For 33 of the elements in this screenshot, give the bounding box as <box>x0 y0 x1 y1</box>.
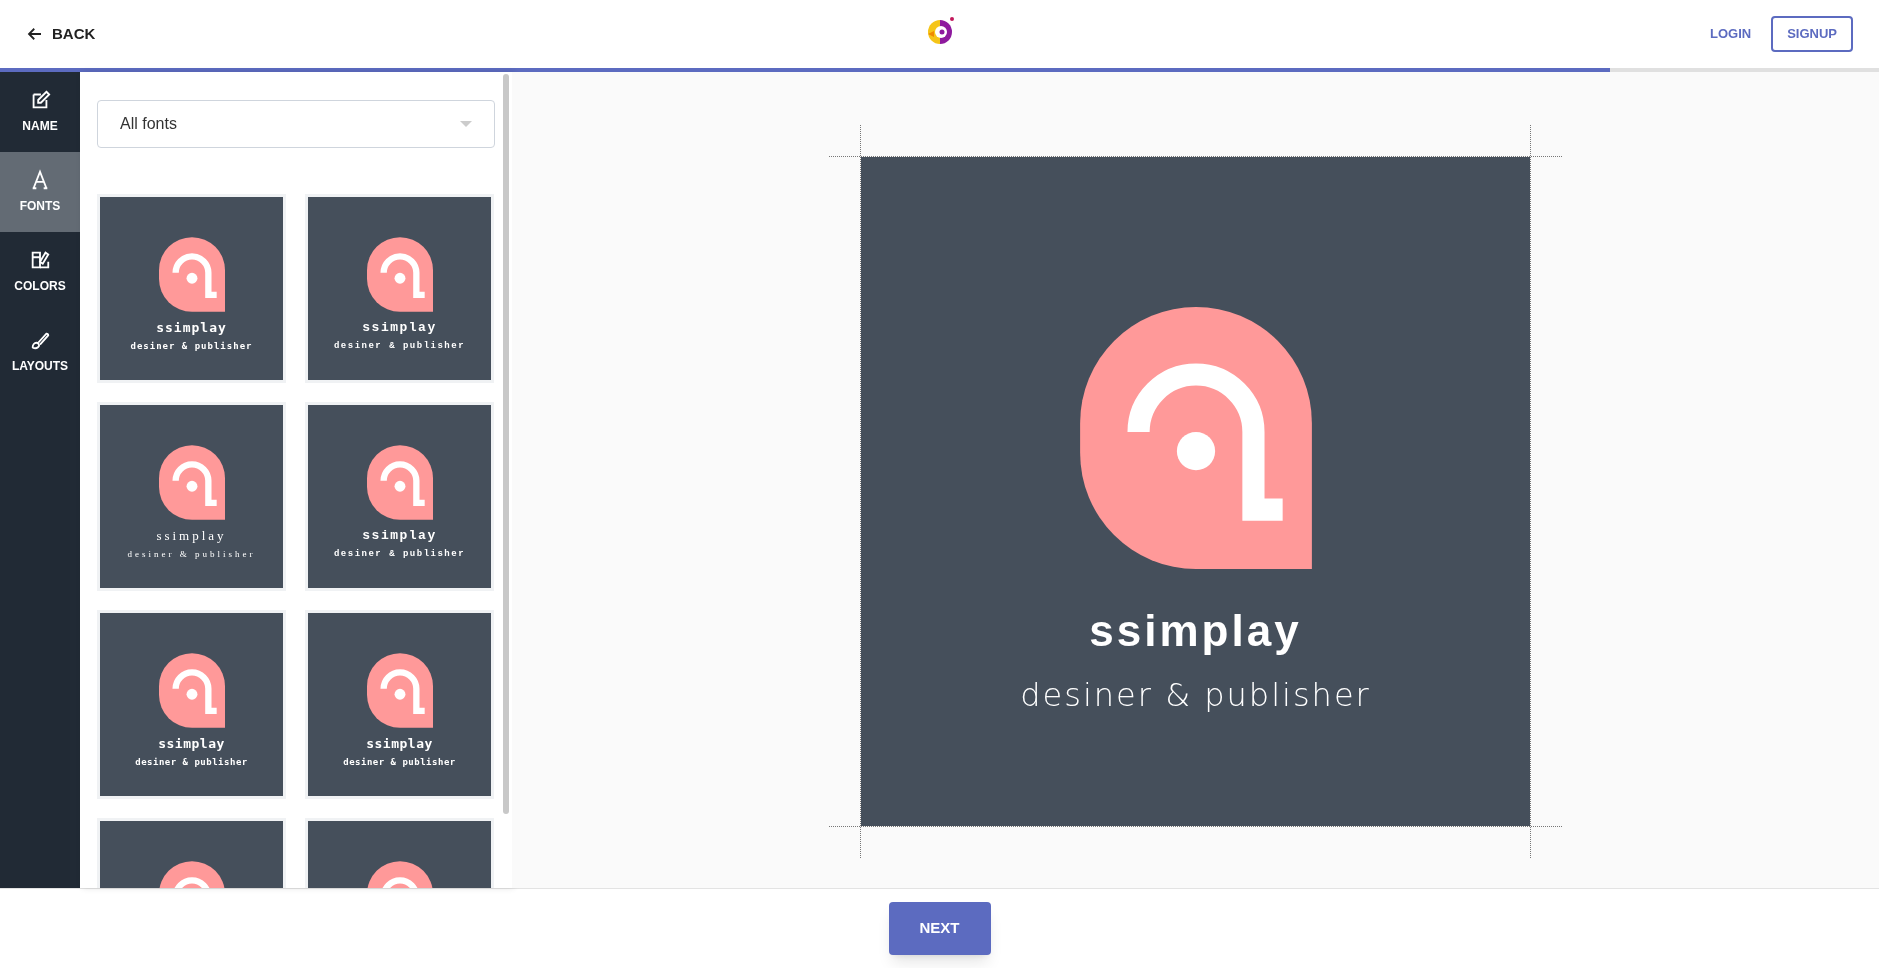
logo-thumbnail[interactable]: ssimplay desiner & publisher <box>97 194 286 383</box>
logo-thumbnail[interactable]: ssimplay desiner & publisher <box>97 610 286 799</box>
signup-button[interactable]: SIGNUP <box>1771 16 1853 52</box>
login-link[interactable]: LOGIN <box>1710 24 1752 44</box>
tagline: desiner & publisher <box>343 755 456 769</box>
logo-thumbnail[interactable]: ssimplay desiner & publisher <box>305 610 494 799</box>
back-button[interactable]: BACK <box>26 22 96 46</box>
brand-name: ssimplay <box>362 319 437 337</box>
logo-thumbnail[interactable]: ssimplay desiner & publisher <box>305 194 494 383</box>
brand-name: ssimplay <box>366 735 433 753</box>
tagline: desiner & publisher <box>127 547 256 561</box>
palette-icon <box>29 249 51 271</box>
tagline: desiner & publisher <box>130 339 253 353</box>
tagline: desiner & publisher <box>333 547 466 561</box>
brand-name: ssimplay <box>156 527 227 545</box>
brand-name: ssimplay <box>362 527 437 545</box>
tagline: desiner & publisher <box>135 755 248 769</box>
sidebar-tab[interactable]: NAME <box>0 72 80 152</box>
caret-down-icon <box>460 121 472 127</box>
logo-thumbnail[interactable]: ssimplay desiner & publisher <box>97 402 286 591</box>
sidebar-tab[interactable]: FONTS <box>0 152 80 232</box>
brand-name: ssimplay <box>156 319 227 337</box>
brand-name: ssimplay <box>158 735 225 753</box>
scrollbar[interactable] <box>503 74 509 814</box>
sidebar-tab[interactable]: COLORS <box>0 232 80 312</box>
sidebar-tab[interactable]: LAYOUTS <box>0 312 80 392</box>
tagline: desiner & publisher <box>333 339 466 353</box>
brand-name: ssimplay <box>1089 608 1302 653</box>
next-button[interactable]: NEXT <box>888 902 991 955</box>
tagline: desiner & publisher <box>1020 678 1371 711</box>
font-dropdown[interactable]: All fonts <box>97 100 495 148</box>
logo-thumbnail[interactable]: ssimplay desiner & publisher <box>305 402 494 591</box>
arrow-left-icon <box>26 25 44 43</box>
